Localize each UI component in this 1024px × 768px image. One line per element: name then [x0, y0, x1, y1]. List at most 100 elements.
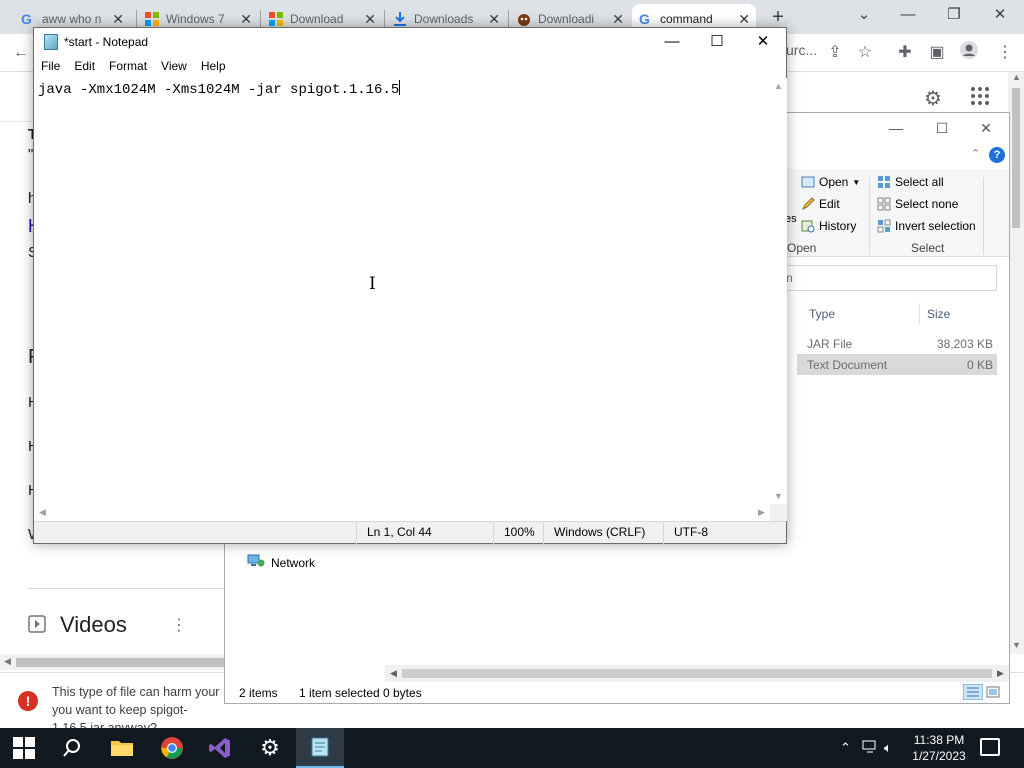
large-icons-view-icon[interactable]	[985, 684, 1001, 703]
side-panel-icon[interactable]: ▣	[924, 40, 950, 66]
ribbon-separator	[983, 177, 984, 255]
google-icon: G	[20, 11, 36, 27]
chrome-icon[interactable]	[148, 728, 196, 768]
more-options-icon[interactable]: ⋮	[171, 615, 187, 635]
notepad-titlebar[interactable]: *start - Notepad — ☐ ✕	[34, 28, 786, 57]
menu-bar: File Edit Format View Help	[34, 57, 786, 77]
back-icon[interactable]: ←	[8, 40, 34, 66]
edit-button[interactable]: Edit	[801, 197, 840, 211]
editor-content: java -Xmx1024M -Xms1024M -jar spigot.1.1…	[38, 80, 401, 98]
tab-search-icon[interactable]: ⌄	[842, 2, 886, 30]
divider	[28, 588, 224, 589]
volume-icon[interactable]: 🔈︎	[884, 740, 892, 756]
search-icon[interactable]	[48, 728, 96, 768]
minimize-icon[interactable]: —	[649, 28, 695, 57]
show-hidden-icons-icon[interactable]: ⌃	[840, 740, 851, 756]
select-none-button[interactable]: Select none	[877, 197, 958, 211]
visual-studio-icon[interactable]	[196, 728, 244, 768]
notepad-window: *start - Notepad — ☐ ✕ File Edit Format …	[33, 27, 787, 544]
network-status-icon[interactable]	[862, 740, 878, 757]
menu-view[interactable]: View	[154, 57, 194, 77]
column-divider[interactable]	[919, 303, 920, 325]
bookmark-star-icon[interactable]: ☆	[852, 40, 878, 66]
menu-kebab-icon[interactable]: ⋮	[992, 40, 1018, 66]
file-type: Text Document	[807, 358, 888, 372]
profile-avatar-icon[interactable]	[956, 40, 982, 66]
open-button[interactable]: Open ▼	[801, 175, 860, 189]
open-group-label: Open	[787, 241, 817, 255]
tab-label: Windows 7	[166, 12, 225, 26]
notepad-icon[interactable]	[296, 728, 344, 768]
nav-pane-network[interactable]: Network	[247, 553, 315, 572]
menu-edit[interactable]: Edit	[67, 57, 102, 77]
close-icon[interactable]: ✕	[612, 11, 624, 28]
file-size: 0 KB	[966, 358, 993, 372]
file-type: JAR File	[807, 337, 853, 351]
help-icon[interactable]: ?	[989, 147, 1005, 163]
apps-grid-icon[interactable]	[970, 86, 990, 109]
page-horizontal-scrollbar[interactable]: ◀	[0, 654, 226, 670]
close-icon[interactable]: ✕	[963, 117, 1009, 139]
history-button[interactable]: History	[801, 219, 856, 233]
clock-date: 1/27/2023	[912, 749, 966, 763]
svg-text:G: G	[639, 11, 650, 27]
menu-format[interactable]: Format	[102, 57, 154, 77]
notepad-app-icon	[44, 34, 58, 50]
share-icon[interactable]: ⇪	[822, 40, 848, 66]
open-icon	[801, 175, 815, 189]
file-explorer-icon[interactable]	[98, 728, 146, 768]
column-header-type[interactable]: Type	[809, 307, 835, 321]
details-view-icon[interactable]	[962, 683, 984, 703]
select-all-button[interactable]: Select all	[877, 175, 944, 189]
close-icon[interactable]: ✕	[364, 11, 376, 28]
column-header-size[interactable]: Size	[927, 307, 950, 321]
text-editor-area[interactable]: java -Xmx1024M -Xms1024M -jar spigot.1.1…	[34, 78, 770, 505]
tab-label: Downloads	[414, 12, 474, 26]
explorer-horizontal-scrollbar[interactable]: ◀ ▶	[385, 665, 1009, 682]
ribbon-separator	[869, 177, 870, 255]
editor-vertical-scrollbar[interactable]: ▲ ▼	[770, 78, 787, 505]
close-icon[interactable]: ✕	[112, 11, 124, 28]
notification-center-icon[interactable]	[980, 738, 1000, 756]
menu-file[interactable]: File	[34, 57, 67, 77]
file-row[interactable]: JAR File 38,203 KB	[797, 333, 997, 354]
maximize-icon[interactable]: ☐	[694, 28, 740, 57]
settings-gear-icon[interactable]: ⚙	[924, 86, 942, 111]
file-size: 38,203 KB	[936, 337, 993, 351]
menu-help[interactable]: Help	[194, 57, 233, 77]
tab-label: aww who n	[42, 12, 102, 26]
page-vertical-scrollbar[interactable]: ▲ ▼	[1008, 72, 1024, 654]
editor-horizontal-scrollbar[interactable]: ◀ ▶	[34, 504, 770, 521]
notepad-statusbar: Ln 1, Col 44 100% Windows (CRLF) UTF-8	[34, 521, 786, 544]
omnibox-url-fragment[interactable]: urc...	[786, 42, 817, 58]
taskbar-clock[interactable]: 11:38 PM 1/27/2023	[906, 732, 972, 764]
search-input[interactable]: n	[781, 265, 997, 291]
mascot-icon	[516, 11, 532, 27]
collapse-ribbon-icon[interactable]: ⌃	[971, 147, 980, 160]
history-icon	[801, 219, 815, 233]
close-window-icon[interactable]: ✕	[978, 2, 1022, 30]
resize-grip[interactable]	[770, 504, 787, 521]
settings-icon[interactable]: ⚙	[246, 728, 294, 768]
edit-icon	[801, 197, 815, 211]
start-icon[interactable]	[0, 728, 48, 768]
restore-icon[interactable]: ❐	[932, 2, 976, 30]
invert-selection-button[interactable]: Invert selection	[877, 219, 976, 233]
maximize-icon[interactable]: ☐	[919, 117, 965, 139]
window-title: *start - Notepad	[64, 35, 149, 49]
minimize-icon[interactable]: —	[873, 117, 919, 139]
file-row-selected[interactable]: Text Document 0 KB	[797, 354, 997, 375]
dropdown-arrow-icon: ▼	[852, 177, 861, 187]
minimize-icon[interactable]: —	[886, 2, 930, 30]
select-all-icon	[877, 175, 891, 189]
status-zoom: 100%	[493, 522, 545, 544]
close-icon[interactable]: ✕	[240, 11, 252, 28]
extensions-icon[interactable]: ✚	[892, 40, 918, 66]
close-icon[interactable]: ✕	[738, 11, 750, 28]
close-icon[interactable]: ✕	[740, 28, 786, 57]
tab-label: command	[660, 12, 713, 26]
select-group-label: Select	[911, 241, 945, 255]
status-item-count: 2 items	[239, 686, 278, 700]
windows-icon	[144, 11, 160, 27]
close-icon[interactable]: ✕	[488, 11, 500, 28]
